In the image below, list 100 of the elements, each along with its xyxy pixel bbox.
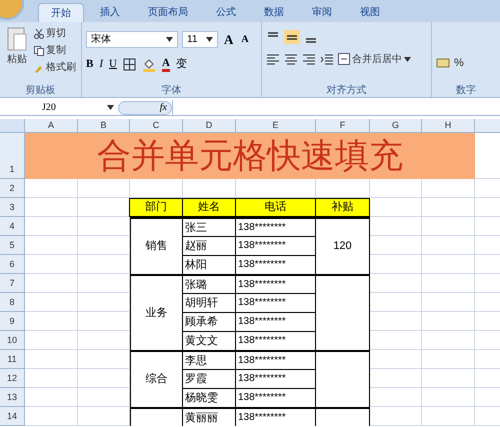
table-cell: 138******** <box>236 407 316 426</box>
currency-icon[interactable] <box>436 57 450 69</box>
table-cell: 顾承希 <box>183 312 236 331</box>
underline-button[interactable]: U <box>109 56 117 73</box>
column-header: D <box>183 119 236 133</box>
table-cell: 120 <box>316 217 370 274</box>
row-header: 9 <box>0 312 25 331</box>
table-cell: 138******** <box>236 255 316 274</box>
row-header: 4 <box>0 217 25 236</box>
dropdown-icon <box>404 56 411 62</box>
grow-font-button[interactable]: A <box>222 30 236 50</box>
dropdown-icon <box>107 105 114 110</box>
table-cell: 业务 <box>130 274 183 350</box>
insert-function-button[interactable]: fx <box>160 100 167 115</box>
table-cell: 138******** <box>236 350 316 369</box>
group-label: 剪贴板 <box>24 84 56 97</box>
clipboard-icon <box>6 26 28 52</box>
table-cell: 李思 <box>183 350 236 369</box>
table-cell: 138******** <box>236 388 316 407</box>
cut-button[interactable]: 剪切 <box>34 26 76 41</box>
ribbon-tab[interactable]: 插入 <box>88 3 132 22</box>
row-header: 5 <box>0 236 25 255</box>
group-label: 字体 <box>160 84 182 97</box>
align-left-icon[interactable] <box>266 53 280 65</box>
table-cell: 138******** <box>236 293 316 312</box>
ribbon-tab[interactable]: 公式 <box>204 3 248 22</box>
row-header: 7 <box>0 274 25 293</box>
table-cell: 138******** <box>236 217 316 236</box>
table-cell: 张三 <box>183 217 236 236</box>
row-header: 14 <box>0 407 25 426</box>
row-header: 13 <box>0 388 25 407</box>
row-header: 1 <box>0 133 25 179</box>
font-size-field[interactable]: 11 <box>182 31 218 48</box>
row-header: 3 <box>0 198 25 217</box>
table-cell: 黄文文 <box>183 331 236 350</box>
merge-icon <box>338 53 350 65</box>
table-header: 姓名 <box>182 198 236 217</box>
italic-button[interactable]: I <box>99 56 104 73</box>
copy-button[interactable]: 复制 <box>34 43 76 58</box>
table-cell: 赵丽 <box>183 236 236 255</box>
table-cell: 综合 <box>130 350 183 407</box>
row-header: 8 <box>0 293 25 312</box>
table-cell: 黄丽丽 <box>183 407 236 426</box>
table-cell: 138******** <box>236 312 316 331</box>
column-header: C <box>130 119 183 133</box>
table-cell <box>130 407 183 426</box>
paste-button[interactable]: 粘贴 <box>4 26 30 67</box>
merge-center-button[interactable]: 合并后居中 <box>338 52 411 66</box>
font-name-field[interactable]: 宋体 <box>86 31 178 48</box>
ribbon-tab[interactable]: 开始 <box>38 3 84 22</box>
percent-button[interactable]: % <box>454 54 464 72</box>
row-header: 11 <box>0 350 25 369</box>
table-header: 补贴 <box>315 198 370 217</box>
column-header: F <box>316 119 370 133</box>
scissors-icon <box>34 28 44 38</box>
dropdown-icon <box>166 37 173 42</box>
ribbon-tab[interactable]: 视图 <box>348 3 392 22</box>
group-label: 数字 <box>455 84 477 97</box>
ribbon-tab[interactable]: 数据 <box>252 3 296 22</box>
column-header: B <box>78 119 130 133</box>
column-header: H <box>422 119 475 133</box>
table-cell <box>316 407 370 426</box>
table-cell: 138******** <box>236 331 316 350</box>
row-header: 6 <box>0 255 25 274</box>
row-header: 10 <box>0 331 25 350</box>
table-header: 部门 <box>129 198 183 217</box>
column-header: E <box>236 119 316 133</box>
select-all-corner <box>0 119 25 133</box>
column-header <box>475 119 500 133</box>
format-painter-button[interactable]: 格式刷 <box>34 60 76 75</box>
align-right-icon[interactable] <box>302 53 316 65</box>
font-color-button[interactable]: A <box>162 57 170 72</box>
table-cell: 林阳 <box>183 255 236 274</box>
copy-icon <box>34 46 44 56</box>
bold-button[interactable]: B <box>86 56 94 73</box>
table-cell: 胡明轩 <box>183 293 236 312</box>
table-cell: 罗霞 <box>183 369 236 388</box>
ribbon-tab[interactable]: 页面布局 <box>136 3 200 22</box>
table-cell: 138******** <box>236 369 316 388</box>
row-header: 12 <box>0 369 25 388</box>
table-cell: 杨晓雯 <box>183 388 236 407</box>
dropdown-icon <box>206 37 213 42</box>
name-box[interactable]: J20 <box>0 100 118 115</box>
shrink-font-button[interactable]: A <box>239 32 251 48</box>
table-header: 电话 <box>235 198 316 217</box>
align-middle-icon[interactable] <box>284 30 300 44</box>
column-header: A <box>25 119 78 133</box>
table-cell: 138******** <box>236 236 316 255</box>
sheet-title: 合并单元格快速填充 <box>25 133 475 179</box>
column-header: G <box>370 119 422 133</box>
table-cell <box>316 350 370 407</box>
align-center-icon[interactable] <box>284 53 298 65</box>
borders-icon[interactable] <box>122 58 136 71</box>
fill-bucket-icon[interactable] <box>142 58 156 72</box>
table-cell: 销售 <box>130 217 183 274</box>
table-cell: 138******** <box>236 274 316 293</box>
indent-icon[interactable] <box>320 53 334 65</box>
ribbon-tab[interactable]: 审阅 <box>300 3 344 22</box>
phonetic-button[interactable]: 变 <box>176 56 187 73</box>
table-cell: 张璐 <box>183 274 236 293</box>
